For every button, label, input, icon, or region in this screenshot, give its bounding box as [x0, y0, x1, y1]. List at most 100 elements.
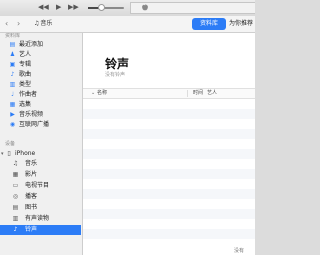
column-divider[interactable] — [187, 90, 188, 97]
sidebar-item-internet-radio[interactable]: ◉ 互联网广播 — [0, 120, 81, 130]
chevron-right-icon: › — [17, 19, 21, 28]
devices-section-heading: 设备 — [5, 141, 16, 147]
empty-row — [83, 199, 255, 209]
song-icon: ♪ — [10, 71, 15, 78]
sidebar-item-artists[interactable]: ♟ 艺人 — [0, 50, 81, 60]
empty-row — [83, 219, 255, 229]
sidebar-item-label: 最近添加 — [19, 41, 44, 48]
device-item-label: 影片 — [25, 171, 38, 178]
disclosure-triangle-icon[interactable]: ▾ — [1, 150, 4, 158]
sidebar-item-genres[interactable]: ▥ 类型 — [0, 80, 81, 90]
device-item-audiobooks[interactable]: ▥ 有声读物 — [0, 214, 81, 224]
library-section-heading: 资料库 — [5, 33, 21, 39]
sidebar: 资料库 ▤ 最近添加 ♟ 艺人 ▣ 专辑 ♪ 歌曲 ▥ 类型 ♩ 作曲者 ▦ 选… — [0, 33, 83, 255]
device-name: iPhone — [15, 150, 36, 157]
empty-row — [83, 189, 255, 199]
music-note-icon: ♫ — [34, 20, 40, 27]
empty-row — [83, 159, 255, 169]
composer-icon: ♩ — [11, 91, 14, 98]
navigation-bar: ‹ › ♫音乐 资料库 为你推荐 — [0, 16, 255, 33]
empty-row — [83, 179, 255, 189]
empty-row — [83, 99, 255, 109]
sidebar-item-label: 艺人 — [19, 51, 32, 58]
previous-track-button[interactable]: ◀◀ — [38, 3, 49, 12]
ringtone-icon: ♪ — [13, 226, 18, 233]
device-item-ringtones[interactable]: ♪ 铃声 — [0, 225, 81, 235]
itunes-window: ◀◀ ▶ ▶▶ ‹ › ♫音乐 资料库 为你推荐 资料库 ▤ 最近添加 ♟ 艺人… — [0, 0, 255, 255]
music-icon: ♫ — [12, 160, 19, 167]
status-text: 没有 — [234, 248, 245, 254]
recently-added-icon: ▤ — [9, 41, 16, 48]
column-header-name[interactable]: 名称 — [97, 90, 107, 97]
compilation-icon: ▦ — [9, 101, 16, 108]
empty-row — [83, 129, 255, 139]
device-item-label: 电视节目 — [25, 182, 50, 189]
radio-icon: ◉ — [9, 121, 16, 128]
podcast-icon: ◎ — [12, 193, 19, 200]
sidebar-item-label: 选集 — [19, 101, 32, 108]
empty-row — [83, 149, 255, 159]
table-header: ⌄ 名称 时间 艺人 — [83, 88, 255, 99]
sidebar-item-label: 类型 — [19, 81, 32, 88]
next-track-button[interactable]: ▶▶ — [68, 3, 79, 12]
media-picker-label: 音乐 — [40, 20, 53, 27]
device-item-music[interactable]: ♫ 音乐 — [0, 159, 81, 169]
sidebar-item-label: 歌曲 — [19, 71, 32, 78]
status-display[interactable] — [130, 2, 255, 14]
sidebar-item-composers[interactable]: ♩ 作曲者 — [0, 90, 81, 100]
apple-icon — [142, 3, 148, 13]
empty-row — [83, 109, 255, 119]
sidebar-item-compilations[interactable]: ▦ 选集 — [0, 100, 81, 110]
iphone-icon: ▯ — [7, 150, 11, 157]
sidebar-item-label: 音乐视频 — [19, 111, 44, 118]
artist-icon: ♟ — [9, 51, 16, 58]
audiobook-icon: ▥ — [12, 215, 19, 222]
device-item-label: 播客 — [25, 193, 38, 200]
volume-slider[interactable] — [88, 4, 124, 11]
play-icon: ▶ — [56, 3, 62, 11]
sidebar-item-albums[interactable]: ▣ 专辑 — [0, 60, 81, 70]
device-item-tv-shows[interactable]: ▭ 电视节目 — [0, 181, 81, 191]
chevron-left-icon: ‹ — [5, 19, 9, 28]
sidebar-item-label: 作曲者 — [19, 91, 38, 98]
page-title: 铃声 — [105, 57, 130, 71]
rewind-icon: ◀◀ — [38, 3, 49, 11]
back-button[interactable]: ‹ — [5, 19, 8, 28]
fast-forward-icon: ▶▶ — [68, 3, 79, 11]
device-item-movies[interactable]: ▦ 影片 — [0, 170, 81, 180]
sidebar-device-iphone[interactable]: ▾ ▯ iPhone — [0, 149, 81, 159]
library-button[interactable]: 资料库 — [192, 18, 226, 30]
sidebar-item-label: 互联网广播 — [19, 121, 50, 128]
sort-chevron-icon[interactable]: ⌄ — [91, 90, 95, 97]
column-header-time[interactable]: 时间 — [193, 90, 203, 97]
main-content: 铃声 没有铃声 ⌄ 名称 时间 艺人 — [83, 33, 255, 255]
forward-button[interactable]: › — [17, 19, 20, 28]
play-button[interactable]: ▶ — [56, 3, 61, 12]
for-you-button[interactable]: 为你推荐 — [229, 18, 253, 30]
device-item-podcasts[interactable]: ◎ 播客 — [0, 192, 81, 202]
album-icon: ▣ — [9, 61, 16, 68]
page-subtitle: 没有铃声 — [105, 72, 126, 78]
movie-icon: ▦ — [12, 171, 19, 178]
empty-row — [83, 209, 255, 219]
sidebar-item-music-videos[interactable]: ▶ 音乐视频 — [0, 110, 81, 120]
device-item-books[interactable]: ▤ 图书 — [0, 203, 81, 213]
empty-row — [83, 229, 255, 239]
empty-row — [83, 139, 255, 149]
device-item-label: 图书 — [25, 204, 38, 211]
media-picker[interactable]: ♫音乐 — [34, 19, 52, 28]
sidebar-item-label: 专辑 — [19, 61, 32, 68]
device-item-label: 铃声 — [25, 226, 38, 233]
playback-toolbar: ◀◀ ▶ ▶▶ — [0, 0, 255, 17]
empty-row — [83, 119, 255, 129]
column-header-artist[interactable]: 艺人 — [207, 90, 217, 97]
sidebar-item-recently-added[interactable]: ▤ 最近添加 — [0, 40, 81, 50]
sidebar-item-songs[interactable]: ♪ 歌曲 — [0, 70, 81, 80]
tv-icon: ▭ — [12, 182, 19, 189]
book-icon: ▤ — [12, 204, 19, 211]
music-video-icon: ▶ — [10, 111, 15, 118]
device-item-label: 有声读物 — [25, 215, 50, 222]
genre-icon: ▥ — [9, 81, 16, 88]
volume-knob[interactable] — [98, 4, 105, 11]
empty-row — [83, 169, 255, 179]
